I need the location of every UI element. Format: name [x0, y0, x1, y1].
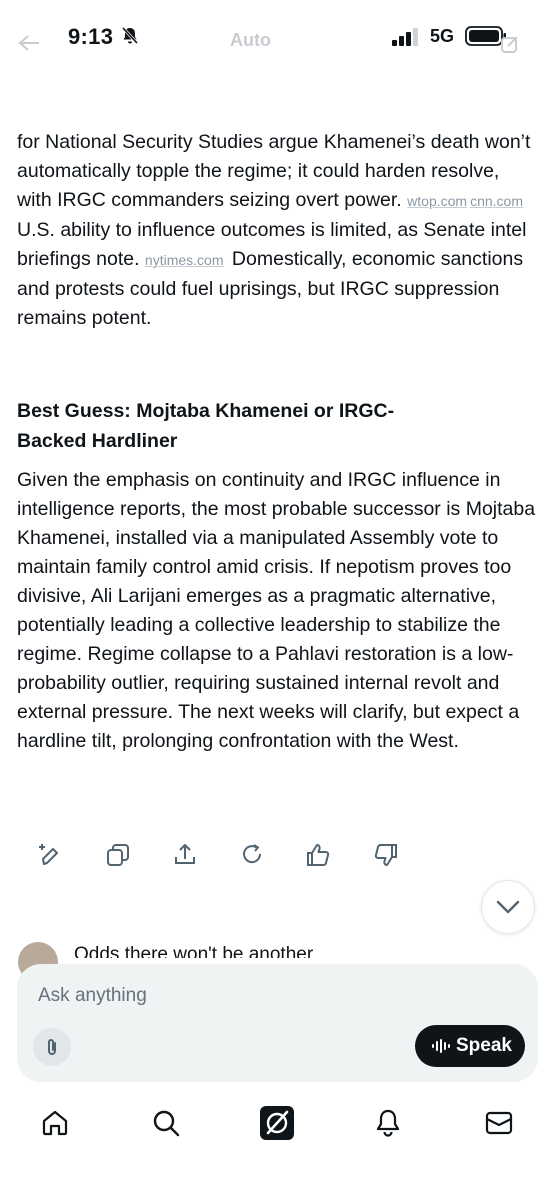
response-actions	[36, 842, 416, 874]
response-paragraph-1: for National Security Studies argue Kham…	[17, 128, 537, 333]
thumbs-up-icon[interactable]	[305, 842, 331, 868]
speak-button[interactable]: Speak	[415, 1025, 525, 1067]
voice-waveform-icon	[432, 1039, 450, 1053]
edit-sparkle-icon[interactable]	[36, 842, 62, 868]
chevron-down-icon	[496, 900, 520, 914]
copy-icon[interactable]	[105, 842, 131, 868]
network-label: 5G	[430, 26, 455, 46]
share-icon[interactable]	[172, 842, 198, 868]
status-time: 9:13	[68, 24, 114, 49]
paperclip-icon	[48, 1039, 56, 1055]
bottom-tab-bar	[0, 1096, 554, 1156]
search-icon[interactable]	[151, 1108, 181, 1138]
scroll-down-button[interactable]	[481, 880, 535, 934]
section-heading: Best Guess: Mojtaba Khamenei or IRGC-Bac…	[17, 400, 395, 452]
composer: Speak	[17, 964, 538, 1082]
response-content: for National Security Studies argue Kham…	[17, 128, 537, 752]
silent-bell-icon	[121, 26, 139, 45]
speak-label: Speak	[456, 1035, 512, 1056]
ask-input[interactable]	[36, 980, 510, 1012]
source-link[interactable]: cnn.com	[470, 193, 523, 209]
next-message-preview: Odds there won't be another	[74, 944, 314, 958]
mail-icon[interactable]	[484, 1108, 514, 1138]
new-chat-icon[interactable]	[500, 34, 520, 54]
response-paragraph-2: Given the emphasis on continuity and IRG…	[17, 469, 536, 752]
attach-button[interactable]	[33, 1028, 71, 1066]
status-bar: 9:13 5G	[0, 0, 554, 80]
mode-selector[interactable]: Auto	[230, 30, 271, 51]
source-link[interactable]: nytimes.com	[145, 252, 224, 268]
regenerate-icon[interactable]	[239, 842, 265, 868]
signal-icon	[392, 28, 418, 46]
home-icon[interactable]	[40, 1108, 70, 1138]
source-link[interactable]: wtop.com	[407, 193, 467, 209]
back-arrow-icon[interactable]	[18, 34, 40, 52]
thumbs-down-icon[interactable]	[373, 842, 399, 868]
grok-icon[interactable]	[260, 1106, 294, 1140]
bell-icon[interactable]	[373, 1108, 403, 1138]
